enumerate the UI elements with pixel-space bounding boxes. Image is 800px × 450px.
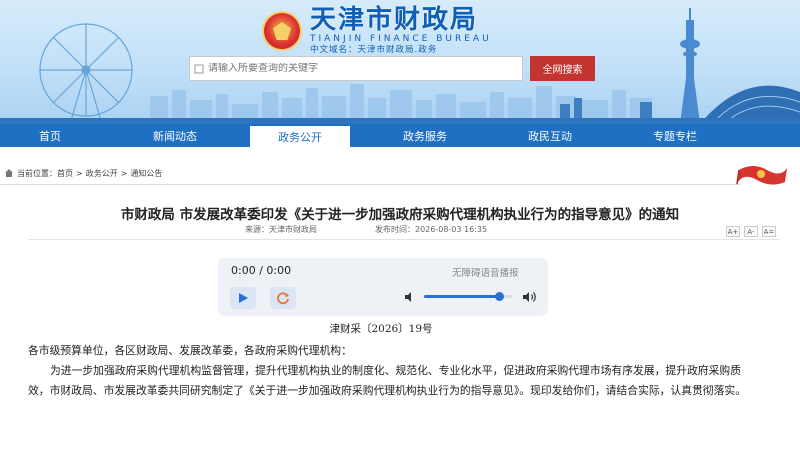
meta-divider [28,239,780,240]
play-icon [239,293,248,303]
font-reset-button[interactable]: A= [762,226,776,237]
accessibility-voice-label: 无障碍语音播报 [452,268,519,279]
font-decrease-button[interactable]: A- [744,226,758,237]
article-publish-time: 发布时间：2026-08-03 16:35 [375,225,488,234]
site-logo[interactable]: 天津市财政局 TIANJIN FINANCE BUREAU 中文域名：天津市财政… [262,6,492,56]
search-icon [194,64,204,73]
site-name-en: TIANJIN FINANCE BUREAU [310,34,492,44]
breadcrumb-divider [0,184,740,185]
font-increase-button[interactable]: A+ [726,226,740,237]
home-icon [5,169,13,177]
audio-player: 0:00 / 0:00 无障碍语音播报 [218,258,548,316]
breadcrumb-separator: > [120,168,128,178]
replay-icon [277,292,289,305]
article-body: 各市级预算单位，各区财政局、发展改革委，各政府采购代理机构： 为进一步加强政府采… [28,341,758,401]
article-addressee: 各市级预算单位，各区财政局、发展改革委，各政府采购代理机构： [28,344,352,357]
site-domain: 中文域名：天津市财政局.政务 [310,45,438,55]
nav-item-topics[interactable]: 专题专栏 [600,124,750,147]
page: 天津市财政局 TIANJIN FINANCE BUREAU 中文域名：天津市财政… [0,0,800,450]
nav-item-news[interactable]: 新闻动态 [100,124,250,147]
document-number: 津财采〔2026〕19号 [329,323,433,335]
breadcrumb-item-notices[interactable]: 通知公告 [130,168,162,179]
national-emblem-icon [262,11,302,51]
article-source: 来源：天津市财政局 [245,225,317,234]
volume-slider[interactable] [424,292,512,301]
article-paragraph: 为进一步加强政府采购代理机构监督管理，提升代理机构执业的制度化、规范化、专业化水… [28,364,746,397]
nav-item-gov-affairs[interactable]: 政务公开 [250,124,350,147]
volume-high-icon[interactable] [522,290,538,304]
search-input[interactable] [208,63,518,74]
font-size-controls: A+ A- A= [722,226,776,237]
replay-button[interactable] [270,287,296,309]
playback-time: 0:00 / 0:00 [231,264,292,277]
search-field[interactable] [189,56,523,81]
site-name-cn: 天津市财政局 [310,5,479,35]
main-nav: 首页 新闻动态 政务公开 政务服务 政民互动 专题专栏 [0,124,800,147]
party-flag-decoration [736,166,787,185]
breadcrumb: 当前位置： 首页 > 政务公开 > 通知公告 [0,162,800,184]
play-button[interactable] [230,287,256,309]
article-meta: 来源：天津市财政局 发布时间：2026-08-03 16:35 [245,224,487,235]
nav-item-home[interactable]: 首页 [0,124,100,147]
volume-low-icon[interactable] [404,291,416,303]
volume-slider-fill [424,295,499,298]
nav-item-gov-service[interactable]: 政务服务 [350,124,500,147]
site-header: 天津市财政局 TIANJIN FINANCE BUREAU 中文域名：天津市财政… [0,0,800,124]
volume-slider-handle[interactable] [495,292,504,301]
breadcrumb-prefix: 当前位置： [17,168,57,178]
breadcrumb-item-home[interactable]: 首页 [57,168,73,179]
search-bar: 全网搜索 [189,56,595,81]
breadcrumb-item-gov-affairs[interactable]: 政务公开 [86,168,118,179]
article-title: 市财政局 市发展改革委印发《关于进一步加强政府采购代理机构执业行为的指导意见》的… [120,207,680,223]
search-button[interactable]: 全网搜索 [530,56,595,81]
nav-item-interaction[interactable]: 政民互动 [500,124,600,147]
breadcrumb-separator: > [76,168,83,178]
